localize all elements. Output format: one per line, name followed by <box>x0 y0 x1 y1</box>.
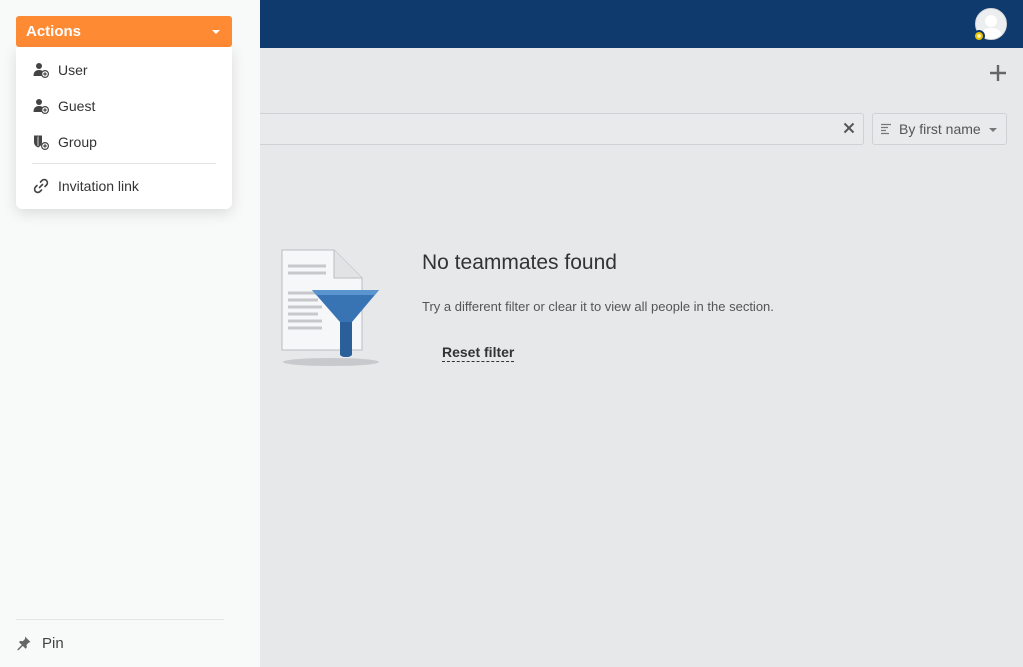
link-icon <box>32 177 50 195</box>
menu-item-user[interactable]: User <box>16 52 232 88</box>
menu-item-label: Group <box>58 134 97 150</box>
pin-icon <box>16 634 34 652</box>
close-icon[interactable] <box>842 121 856 135</box>
actions-menu: User Guest Group Invitation link <box>16 47 232 209</box>
add-guest-icon <box>32 97 50 115</box>
menu-item-group[interactable]: Group <box>16 124 232 160</box>
chevron-down-icon <box>989 128 997 132</box>
menu-divider <box>32 163 216 164</box>
plus-icon[interactable] <box>988 63 1008 83</box>
menu-item-guest[interactable]: Guest <box>16 88 232 124</box>
sidebar-divider <box>16 619 224 620</box>
pin-button[interactable]: Pin <box>16 631 64 655</box>
search-input[interactable] <box>260 114 832 146</box>
add-group-icon <box>32 133 50 151</box>
sort-dropdown[interactable]: By first name <box>872 113 1007 145</box>
sort-label: By first name <box>899 121 981 137</box>
pin-label: Pin <box>42 634 64 652</box>
add-user-icon <box>32 61 50 79</box>
top-header <box>260 0 1023 48</box>
empty-state-title: No teammates found <box>422 251 617 274</box>
empty-state-description: Try a different filter or clear it to vi… <box>422 299 774 314</box>
sidebar: Actions User Guest Group Invitation link… <box>0 0 260 667</box>
empty-filter-illustration <box>278 248 384 368</box>
menu-item-invitation-link[interactable]: Invitation link <box>16 168 232 204</box>
actions-button[interactable]: Actions <box>16 16 232 47</box>
sort-icon <box>881 123 891 135</box>
status-badge <box>973 30 985 42</box>
actions-label: Actions <box>26 23 82 40</box>
menu-item-label: Invitation link <box>58 178 139 194</box>
chevron-down-icon <box>212 29 220 34</box>
search-field <box>260 113 864 146</box>
menu-item-label: User <box>58 62 88 78</box>
menu-item-label: Guest <box>58 98 96 114</box>
reset-filter-link[interactable]: Reset filter <box>442 344 515 362</box>
